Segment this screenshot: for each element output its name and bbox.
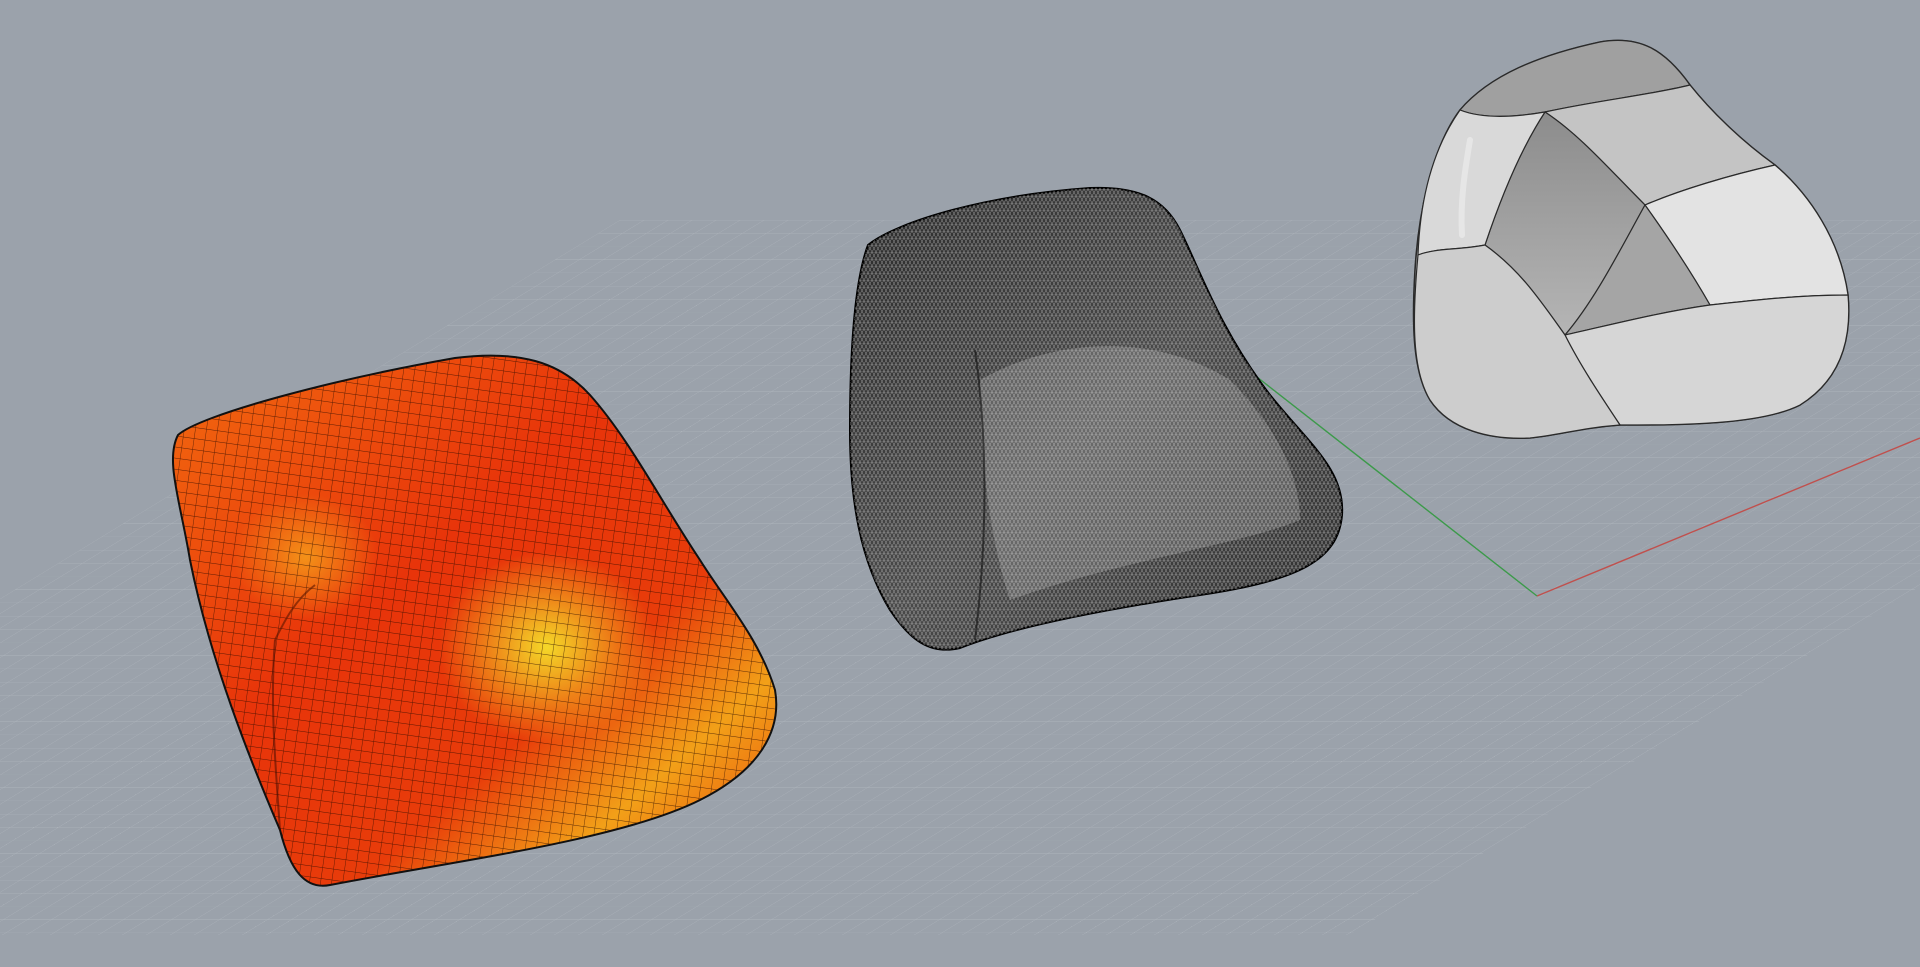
- 3d-viewport[interactable]: [0, 0, 1920, 967]
